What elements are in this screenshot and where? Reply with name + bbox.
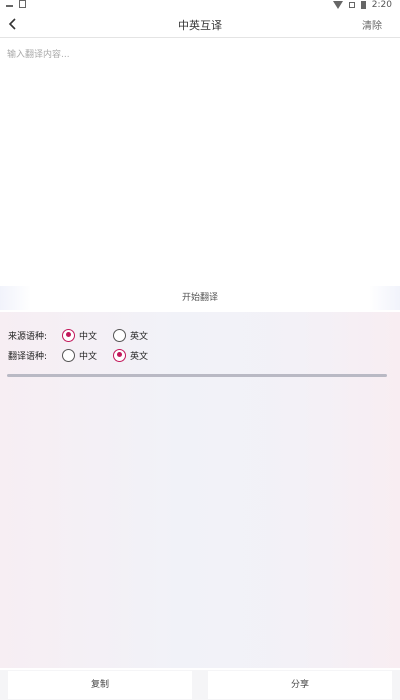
result-divider [7,374,387,377]
source-chinese-label: 中文 [79,331,98,342]
translate-row: 开始翻译 [0,286,400,310]
battery-icon [360,1,366,9]
target-chinese-label: 中文 [79,351,98,362]
target-language-row: 翻译语种: 中文 英文 [8,347,164,363]
start-translate-button[interactable]: 开始翻译 [30,286,370,310]
signal-icon [348,2,355,8]
source-chinese-radio[interactable] [62,328,75,342]
copy-button[interactable]: 复制 [8,671,192,699]
source-option-chinese[interactable]: 中文 [62,328,98,342]
target-option-chinese[interactable]: 中文 [62,348,98,362]
clear-button[interactable]: 清除 [362,17,382,32]
target-option-english[interactable]: 英文 [113,348,149,362]
translation-input[interactable] [0,39,400,285]
source-language-row: 来源语种: 中文 英文 [8,327,164,343]
source-option-english[interactable]: 英文 [113,328,149,342]
target-language-label: 翻译语种: [8,351,48,362]
status-time: 2:20 [371,0,392,10]
share-button[interactable]: 分享 [208,671,392,699]
status-bar: 2:20 [0,0,400,12]
notification-icon [6,4,13,7]
wifi-icon [332,1,343,9]
status-right: 2:20 [332,0,392,10]
status-left [6,0,26,8]
source-language-label: 来源语种: [8,331,48,342]
source-english-label: 英文 [130,331,149,342]
target-chinese-radio[interactable] [62,348,75,362]
page-title: 中英互译 [178,19,222,32]
target-english-label: 英文 [130,351,149,362]
bottom-action-bar: 复制 分享 [0,670,400,700]
title-bar: 中英互译 清除 [0,12,400,38]
target-english-radio[interactable] [113,348,127,362]
source-english-radio[interactable] [113,328,127,342]
result-panel: 来源语种: 中文 英文 翻译语种: 中文 英文 [0,312,400,668]
sim-icon [19,0,26,8]
